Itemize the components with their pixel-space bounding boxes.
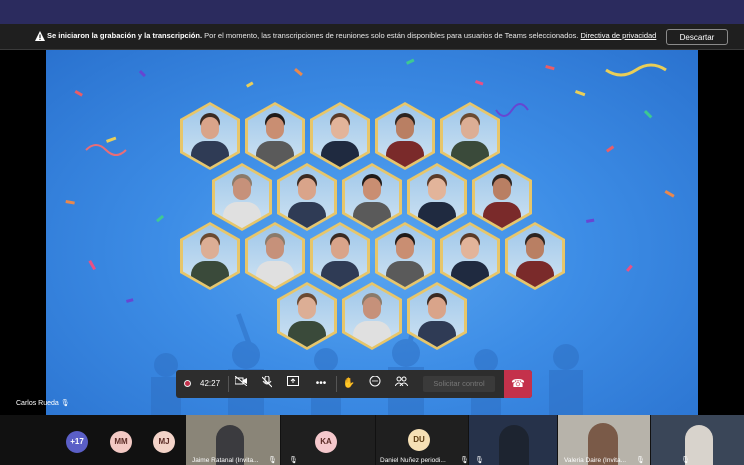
mic-off-icon: 🎙 [475,457,484,464]
mic-off-icon: 🎙 [681,457,690,464]
overflow-participants-button[interactable]: +17 [66,431,88,453]
presenter-name: Carlos Rueda [16,400,59,407]
request-control-button[interactable]: Solicitar control [423,376,495,392]
hang-up-button[interactable]: ☎ [504,370,532,398]
banner-text: Se iniciaron la grabación y la transcrip… [47,31,656,40]
more-options-button[interactable]: ••• [312,376,330,392]
banner-bold-text: Se iniciaron la grabación y la transcrip… [47,31,203,40]
recording-icon [184,380,191,387]
phone-hangup-icon: ☎ [511,378,525,390]
avatar: DU [408,429,430,451]
participant-name: Daniel Nuñez periodi... [380,457,446,464]
divider [228,376,229,392]
more-icon: ••• [315,378,327,389]
participant-tile[interactable]: KA 🎙 [281,415,375,465]
camera-off-button[interactable] [232,375,250,392]
avatar[interactable]: MM [110,431,132,453]
chat-button[interactable] [366,375,384,392]
video-tile[interactable]: Jaime Ratanal (Invita... 🎙 [186,415,280,465]
raise-hand-button[interactable]: ✋ [340,376,358,392]
share-screen-icon [287,376,299,386]
camera-off-icon [234,375,248,387]
avatar: KA [315,431,337,453]
divider [336,376,337,392]
participants-button[interactable] [392,376,410,392]
mic-off-icon: 🎙 [60,400,70,407]
presenter-label: Carlos Rueda 🎙 [16,399,70,407]
people-icon [394,376,408,387]
mic-off-icon: 🎙 [268,457,277,464]
meeting-control-bar: 42:27 ••• ✋ Solicitar control ☎ [176,370,532,398]
mic-off-icon: 🎙 [289,457,298,464]
title-bar [0,0,744,24]
avatar[interactable]: MJ [153,431,175,453]
warning-icon [35,31,45,41]
video-tile[interactable]: 🎙 [469,415,557,465]
hand-icon: ✋ [342,378,356,389]
shared-screen[interactable] [46,50,698,415]
participant-name: Valeria Daire (Invita... [564,457,627,464]
participant-strip: +17 MM MJ Jaime Ratanal (Invita... 🎙 KA … [0,415,744,465]
microphone-off-icon [261,375,273,388]
participant-name: Jaime Ratanal (Invita... [192,457,259,464]
mic-off-icon: 🎙 [636,457,645,464]
participant-tile[interactable]: DU Daniel Nuñez periodi... 🎙 [376,415,469,465]
video-tile[interactable]: Valeria Daire (Invita... 🎙 [558,415,650,465]
meeting-timer: 42:27 [200,379,221,388]
dismiss-button[interactable]: Descartar [666,29,728,45]
banner-message: Por el momento, las transcripciones de r… [202,31,581,40]
privacy-link[interactable]: Directiva de privacidad [580,31,656,40]
mic-off-icon: 🎙 [460,457,469,464]
chat-icon [369,375,381,387]
video-tile[interactable]: 🎙 [651,415,744,465]
mic-off-button[interactable] [258,375,276,392]
participant-video [499,425,529,465]
share-button[interactable] [284,376,302,392]
recording-banner: Se iniciaron la grabación y la transcrip… [0,24,744,50]
